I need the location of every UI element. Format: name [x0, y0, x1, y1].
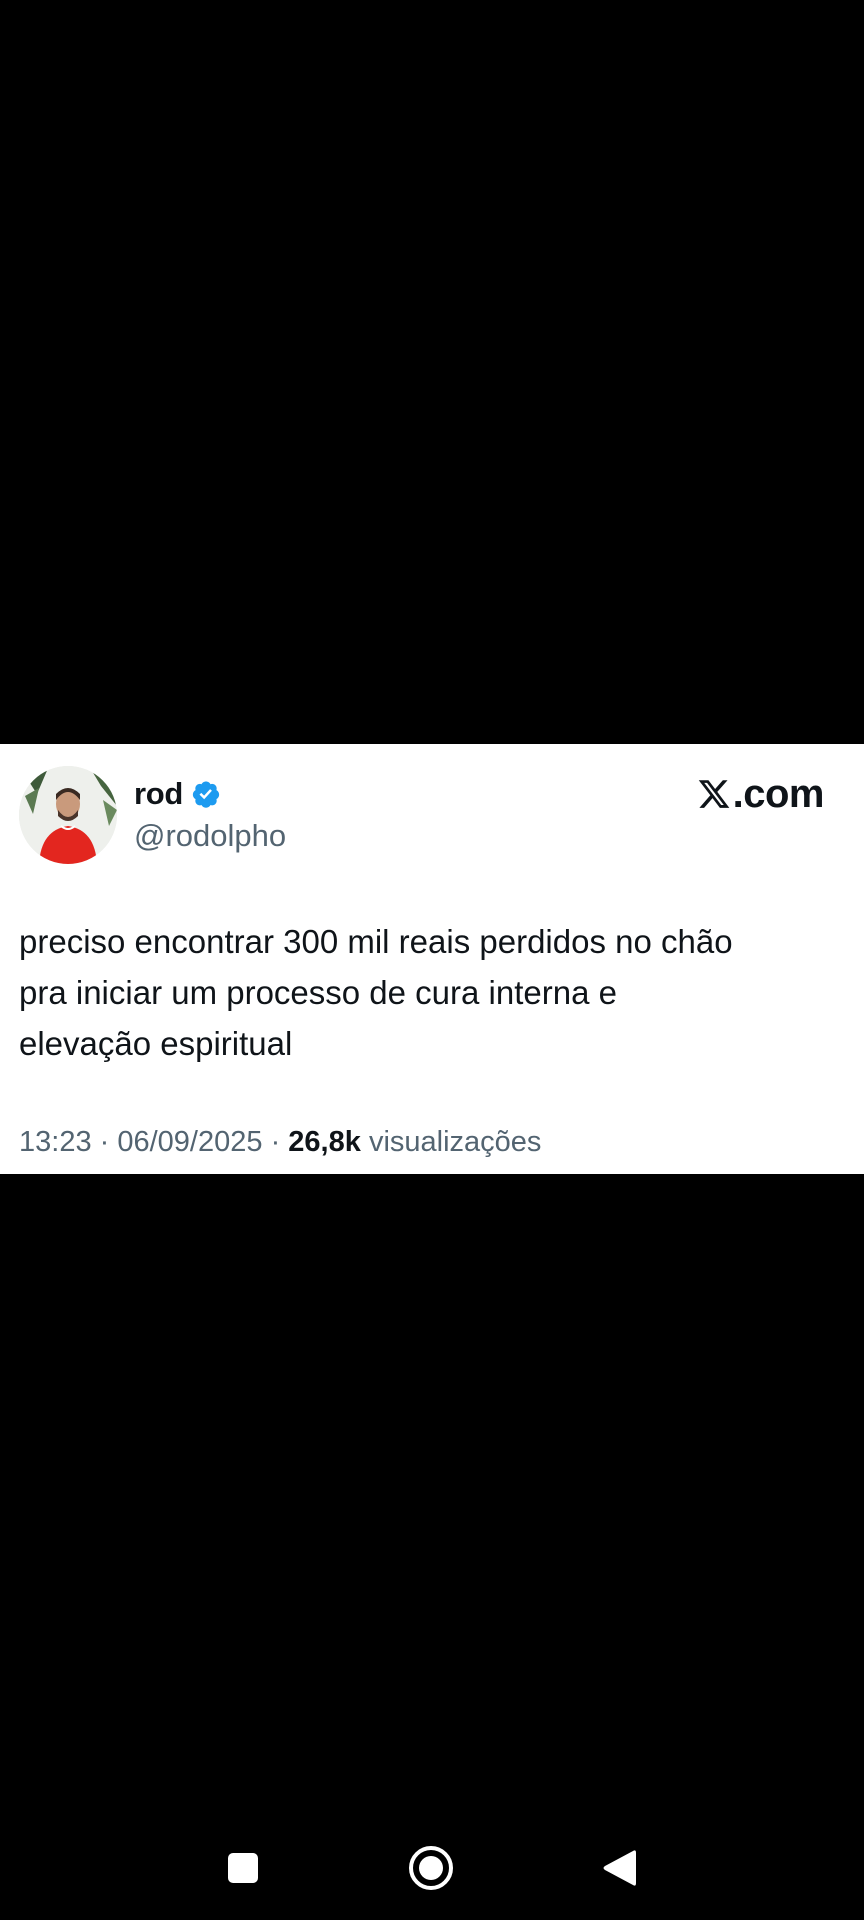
- circle-home-icon: [408, 1845, 454, 1896]
- views-label: visualizações: [368, 1126, 542, 1158]
- meta-separator: ·: [91, 1126, 118, 1158]
- tweet-text-line: preciso encontrar 300 mil reais perdidos…: [19, 923, 733, 960]
- tweet-time[interactable]: 13:23: [19, 1126, 92, 1158]
- brand-logo: .com: [697, 770, 825, 818]
- verified-badge-icon: [191, 779, 221, 809]
- x-logo-icon: [697, 777, 731, 811]
- avatar[interactable]: [19, 766, 117, 864]
- tweet-date[interactable]: 06/09/2025: [117, 1126, 262, 1158]
- views-count: 26,8k: [288, 1126, 361, 1158]
- tweet-meta: 13:23 · 06/09/2025 · 26,8k visualizações: [19, 1126, 541, 1159]
- user-handle[interactable]: @rodolpho: [134, 818, 286, 854]
- tweet-text-line: elevação espiritual: [19, 1025, 293, 1062]
- avatar-image: [19, 766, 117, 864]
- back-button[interactable]: [591, 1842, 647, 1898]
- name-row: rod: [134, 774, 221, 814]
- meta-separator: ·: [262, 1126, 289, 1158]
- home-button[interactable]: [403, 1842, 459, 1898]
- square-recents-icon: [227, 1852, 259, 1889]
- tweet-text-line: pra iniciar um processo de cura interna …: [19, 974, 617, 1011]
- system-navigation-bar: [0, 1820, 864, 1920]
- brand-domain: .com: [732, 771, 825, 816]
- recents-button[interactable]: [215, 1842, 271, 1898]
- tweet-card: rod @rodolpho .com preciso encontrar 300…: [0, 744, 864, 1174]
- tweet-text: preciso encontrar 300 mil reais perdidos…: [19, 916, 849, 1069]
- triangle-back-icon: [601, 1848, 637, 1893]
- display-name[interactable]: rod: [134, 776, 183, 812]
